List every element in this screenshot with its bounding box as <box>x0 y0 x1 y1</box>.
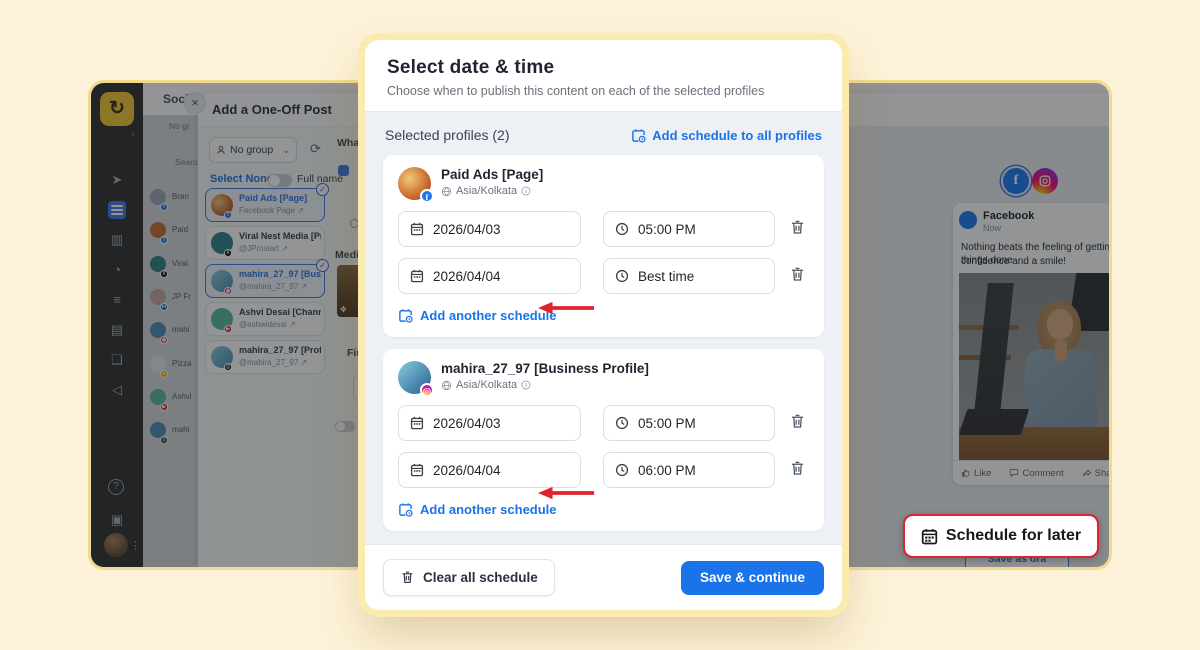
trash-icon <box>789 413 806 430</box>
selected-profiles-label: Selected profiles (2) <box>385 127 510 143</box>
profile-name: mahira_27_97 [Business Profile] <box>441 361 649 376</box>
annotation-arrow <box>538 301 596 315</box>
time-input[interactable]: 06:00 PM <box>603 452 775 488</box>
calendar-icon <box>410 416 424 430</box>
clock-icon <box>615 269 629 283</box>
time-input[interactable]: 05:00 PM <box>603 405 775 441</box>
calendar-icon <box>410 222 424 236</box>
info-icon <box>521 186 531 196</box>
select-date-time-modal: Select date & time Choose when to publis… <box>365 40 842 610</box>
trash-icon <box>789 460 806 477</box>
modal-body: Selected profiles (2) Add schedule to al… <box>365 112 842 544</box>
date-input[interactable]: 2026/04/03 <box>398 211 581 247</box>
add-another-schedule-link[interactable]: Add another schedule <box>398 502 809 517</box>
profile-name: Paid Ads [Page] <box>441 167 543 182</box>
clock-icon <box>615 416 629 430</box>
delete-schedule-button[interactable] <box>789 219 809 239</box>
time-input[interactable]: Best time <box>603 258 775 294</box>
modal-subtitle: Choose when to publish this content on e… <box>387 84 820 98</box>
schedule-row: 2026/04/04 Best time <box>398 258 809 294</box>
calendar-clock-icon <box>398 308 413 323</box>
time-input[interactable]: 05:00 PM <box>603 211 775 247</box>
schedule-row: 2026/04/03 05:00 PM <box>398 405 809 441</box>
trash-icon <box>789 219 806 236</box>
calendar-icon <box>410 463 424 477</box>
timezone-label: Asia/Kolkata <box>456 185 517 197</box>
avatar: f <box>398 167 431 200</box>
schedule-card-paid-ads: f Paid Ads [Page] Asia/Kolkata 2026/04/0… <box>383 155 824 337</box>
date-input[interactable]: 2026/04/03 <box>398 405 581 441</box>
instagram-badge-icon <box>420 383 434 397</box>
avatar <box>398 361 431 394</box>
clock-icon <box>615 222 629 236</box>
calendar-icon <box>921 528 938 545</box>
clear-all-schedule-button[interactable]: Clear all schedule <box>383 559 555 596</box>
add-another-schedule-link[interactable]: Add another schedule <box>398 308 809 323</box>
schedule-row: 2026/04/04 06:00 PM <box>398 452 809 488</box>
trash-icon <box>400 570 415 585</box>
trash-icon <box>789 266 806 283</box>
globe-icon <box>441 380 452 391</box>
delete-schedule-button[interactable] <box>789 266 809 286</box>
info-icon <box>521 380 531 390</box>
modal-footer: Clear all schedule Save & continue <box>365 544 842 610</box>
facebook-badge-icon: f <box>420 189 434 203</box>
annotation-arrow <box>538 486 596 500</box>
delete-schedule-button[interactable] <box>789 413 809 433</box>
calendar-clock-icon <box>631 128 646 143</box>
delete-schedule-button[interactable] <box>789 460 809 480</box>
schedule-card-mahira: mahira_27_97 [Business Profile] Asia/Kol… <box>383 349 824 531</box>
date-input[interactable]: 2026/04/04 <box>398 258 581 294</box>
modal-title: Select date & time <box>387 57 820 79</box>
calendar-clock-icon <box>398 502 413 517</box>
schedule-row: 2026/04/03 05:00 PM <box>398 211 809 247</box>
date-input[interactable]: 2026/04/04 <box>398 452 581 488</box>
modal-header: Select date & time Choose when to publis… <box>365 40 842 112</box>
clock-icon <box>615 463 629 477</box>
schedule-for-later-button[interactable]: Schedule for later <box>903 514 1099 558</box>
save-continue-button[interactable]: Save & continue <box>681 561 824 595</box>
calendar-icon <box>410 269 424 283</box>
add-schedule-all-link[interactable]: Add schedule to all profiles <box>631 128 822 143</box>
timezone-label: Asia/Kolkata <box>456 379 517 391</box>
globe-icon <box>441 186 452 197</box>
